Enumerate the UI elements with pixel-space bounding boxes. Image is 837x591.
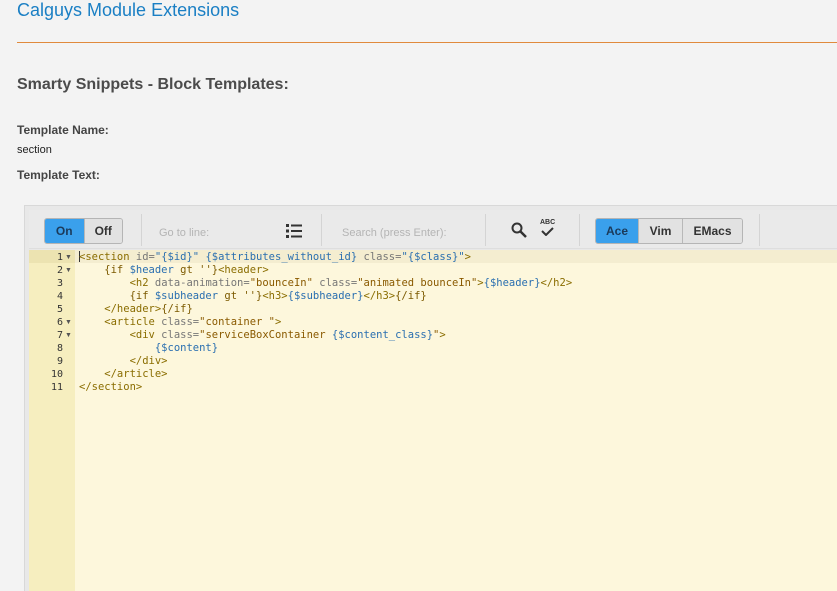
code-line: </div> — [79, 355, 168, 367]
line-number: 2 — [56, 265, 63, 276]
on-button[interactable]: On — [45, 219, 84, 243]
fold-toggle-icon[interactable]: ▼ — [65, 329, 72, 342]
line-number: 10 — [50, 369, 63, 380]
code-line: </article> — [79, 368, 168, 380]
site-title[interactable]: Calguys Module Extensions — [17, 0, 239, 20]
line-number: 6 — [56, 317, 63, 328]
goto-line-input[interactable]: Go to line: — [159, 227, 209, 239]
template-name-label: Template Name: — [17, 123, 109, 137]
toolbar-separator — [141, 214, 142, 246]
vim-button[interactable]: Vim — [638, 219, 682, 243]
code-line: {$content} — [154, 342, 219, 354]
fold-toggle-icon[interactable]: ▼ — [65, 251, 72, 264]
code-line: <div class="serviceBoxContainer {$conten… — [79, 329, 446, 341]
template-name-value: section — [17, 144, 52, 156]
line-number: 4 — [56, 291, 63, 302]
header-divider — [17, 42, 837, 43]
code-line: </header>{/if} — [79, 303, 193, 315]
editor-toolbar: On Off Go to line: Search (press Enter): — [29, 210, 837, 249]
code-line: <article class="container "> — [79, 316, 282, 328]
list-icon[interactable] — [286, 224, 302, 243]
line-number: 9 — [56, 356, 63, 367]
line-number: 7 — [56, 330, 63, 341]
editor-toggle: On Off — [44, 218, 123, 244]
toolbar-separator — [579, 214, 580, 246]
code-line: <section id="{$id}" {$attributes_without… — [79, 251, 471, 263]
code-line: {if $subheader gt ''}<h3>{$subheader}</h… — [79, 290, 427, 302]
toolbar-separator — [759, 214, 760, 246]
template-text-label: Template Text: — [17, 168, 100, 182]
spellcheck-icon[interactable]: ABC — [540, 219, 555, 236]
search-input[interactable]: Search (press Enter): — [342, 227, 447, 239]
fold-toggle-icon[interactable]: ▼ — [65, 316, 72, 329]
keybinding-mode: Ace Vim EMacs — [595, 218, 743, 244]
fold-toggle-icon[interactable]: ▼ — [65, 264, 72, 277]
spellcheck-text: ABC — [540, 219, 556, 226]
code-line: </section> — [79, 381, 143, 393]
toolbar-separator — [321, 214, 322, 246]
line-number: 5 — [56, 304, 63, 315]
section-title: Smarty Snippets - Block Templates: — [17, 76, 289, 93]
line-number: 11 — [50, 382, 63, 393]
search-icon[interactable] — [511, 222, 527, 243]
ace-button[interactable]: Ace — [596, 219, 638, 243]
code-line: <h2 data-animation="bounceIn" class="ani… — [79, 277, 573, 289]
code-line: {if $header gt ''}<header> — [79, 264, 269, 276]
emacs-button[interactable]: EMacs — [682, 219, 742, 243]
line-number: 1 — [56, 252, 63, 263]
code-editor[interactable]: On Off Go to line: Search (press Enter): — [24, 205, 837, 591]
line-number: 8 — [56, 343, 63, 354]
off-button[interactable]: Off — [83, 219, 122, 243]
toolbar-separator — [485, 214, 486, 246]
line-number: 3 — [56, 278, 63, 289]
